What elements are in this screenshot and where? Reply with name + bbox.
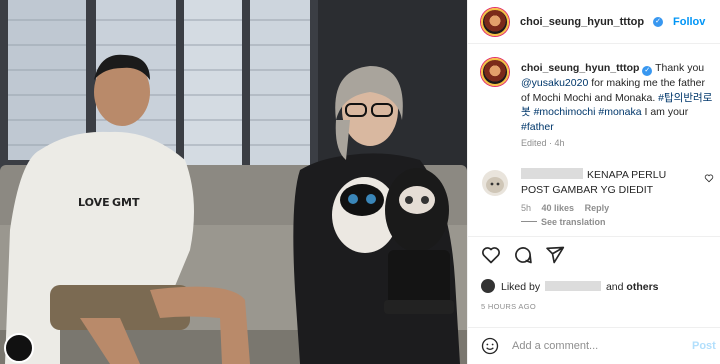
post-side-panel: choi_seung_hyun_tttop ✓ Follov choi_seun…	[467, 0, 720, 364]
follow-button[interactable]: Follov	[673, 16, 705, 28]
caption-mention-link[interactable]: @yusaku2020	[521, 77, 588, 89]
post-actions	[468, 236, 720, 274]
verified-badge-icon: ✓	[653, 17, 663, 27]
caption-text-part-1: Thank you	[655, 62, 705, 74]
comment-icon[interactable]	[513, 245, 533, 265]
comment-likes-count[interactable]: 40 likes	[542, 203, 575, 213]
hashtag-link[interactable]: #father	[521, 121, 554, 133]
caption-username[interactable]: choi_seung_hyun_tttop	[521, 62, 639, 74]
see-translation-link[interactable]: See translation	[521, 217, 606, 227]
author-avatar[interactable]	[481, 8, 509, 36]
post-header: choi_seung_hyun_tttop ✓ Follov	[468, 0, 720, 44]
likes-summary: Liked by and others	[481, 279, 716, 295]
post-photo[interactable]: LOVE GMT	[0, 0, 467, 364]
hashtag-link[interactable]: #monaka	[598, 106, 641, 118]
caption-author-avatar[interactable]	[481, 58, 509, 86]
caption-text: choi_seung_hyun_tttop ✓ Thank you @yusak…	[521, 61, 716, 134]
see-translation-label: See translation	[541, 217, 606, 227]
hashtag-link[interactable]: #mochimochi	[534, 106, 596, 118]
likes-others-link[interactable]: others	[626, 281, 658, 293]
caption-edited-time: Edited · 4h	[521, 138, 565, 148]
comment-reply-button[interactable]: Reply	[585, 203, 610, 213]
author-username[interactable]: choi_seung_hyun_tttop	[520, 16, 644, 28]
comment-item: KENAPA PERLU POST GAMBAR YG DIEDIT 5h 40…	[468, 160, 720, 235]
add-comment-bar: Post	[468, 327, 720, 364]
post-caption: choi_seung_hyun_tttop ✓ Thank you @yusak…	[468, 44, 720, 156]
post-photo-image: LOVE GMT	[0, 0, 467, 364]
share-icon[interactable]	[545, 245, 565, 265]
add-comment-input[interactable]	[512, 338, 682, 354]
comment-age: 5h	[521, 203, 532, 213]
comment-heart-icon[interactable]	[704, 173, 714, 183]
post-comment-button[interactable]: Post	[692, 340, 716, 352]
liker-avatar[interactable]	[481, 279, 495, 293]
comment-meta: 5h 40 likes Reply	[521, 203, 609, 213]
liked-by-connector: and	[605, 281, 624, 293]
translation-dash	[521, 221, 537, 222]
svg-text:GMT: GMT	[112, 196, 140, 209]
emoji-icon[interactable]	[481, 337, 499, 355]
commenter-username-redacted[interactable]	[521, 168, 583, 179]
caption-text-part-3: I am your	[644, 106, 689, 119]
comment-text: KENAPA PERLU POST GAMBAR YG DIEDIT	[521, 168, 696, 197]
liked-by-prefix: Liked by	[501, 281, 541, 293]
verified-badge-icon: ✓	[642, 66, 653, 76]
post-timestamp[interactable]: 5 HOURS AGO	[481, 302, 536, 311]
photo-corner-avatar	[4, 333, 34, 363]
liker-username-redacted[interactable]	[545, 281, 602, 291]
svg-text:LOVE: LOVE	[78, 196, 110, 209]
heart-icon[interactable]	[481, 245, 501, 265]
commenter-avatar[interactable]	[482, 170, 508, 196]
